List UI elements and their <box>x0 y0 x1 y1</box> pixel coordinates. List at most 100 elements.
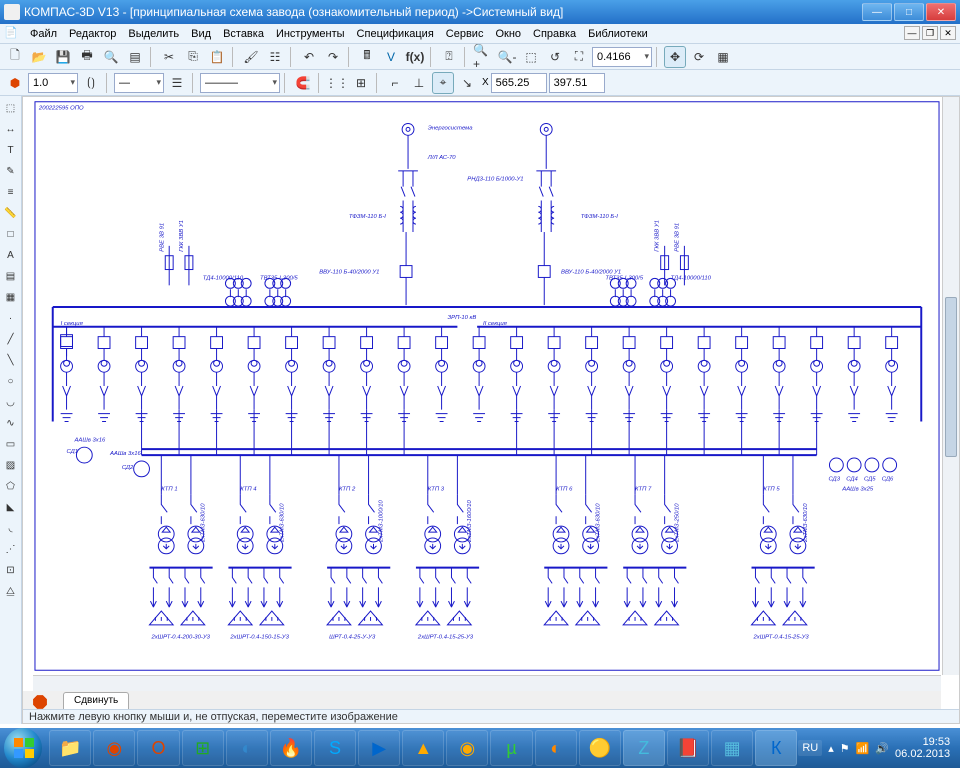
tray-clock[interactable]: 19:53 06.02.2013 <box>895 736 950 760</box>
coord-y-input[interactable] <box>549 73 605 93</box>
geom-icon[interactable]: ⬚ <box>1 98 21 118</box>
stop-icon[interactable]: ⬢ <box>4 72 26 94</box>
text-icon[interactable]: T <box>1 140 21 160</box>
calc-button[interactable]: 🖩 <box>356 46 378 68</box>
layer-btn[interactable]: ☰ <box>166 72 188 94</box>
task-app3[interactable]: ◐ <box>226 730 268 766</box>
mirror-icon[interactable]: ⧋ <box>1 581 21 601</box>
task-app5[interactable]: ▶ <box>358 730 400 766</box>
pan-button[interactable]: ✥ <box>664 46 686 68</box>
tab-move[interactable]: Сдвинуть <box>63 692 129 709</box>
perp-button[interactable]: ⊥ <box>408 72 430 94</box>
edit-icon[interactable]: ✎ <box>1 161 21 181</box>
task-app4[interactable]: 🔥 <box>270 730 312 766</box>
report-icon[interactable]: ▦ <box>1 287 21 307</box>
tray-flag-icon[interactable]: ⚑ <box>840 742 850 755</box>
new-button[interactable]: 🗋 <box>4 46 26 68</box>
arc-icon[interactable]: ◡ <box>1 392 21 412</box>
vars-button[interactable]: V <box>380 46 402 68</box>
menu-window[interactable]: Окно <box>489 26 527 42</box>
zoom-prev-button[interactable]: ↺ <box>544 46 566 68</box>
refresh-button[interactable]: ⟳ <box>688 46 710 68</box>
task-app10[interactable]: ▦ <box>711 730 753 766</box>
task-app1[interactable]: ◉ <box>93 730 135 766</box>
minimize-button[interactable]: — <box>862 3 892 21</box>
sel-icon[interactable]: □ <box>1 224 21 244</box>
round-button[interactable]: ⌖ <box>432 72 454 94</box>
fillet-icon[interactable]: ◟ <box>1 518 21 538</box>
group-icon[interactable]: ⊡ <box>1 560 21 580</box>
poly-icon[interactable]: ⬠ <box>1 476 21 496</box>
copy-button[interactable]: ⎘ <box>182 46 204 68</box>
tray-vol-icon[interactable]: 🔊 <box>875 742 889 755</box>
task-kompas[interactable]: К <box>755 730 797 766</box>
menu-service[interactable]: Сервис <box>440 26 490 42</box>
line-ends-button[interactable]: ⟮⟯ <box>80 72 102 94</box>
maximize-button[interactable]: □ <box>894 3 924 21</box>
line2-icon[interactable]: ╲ <box>1 350 21 370</box>
menu-spec[interactable]: Спецификация <box>351 26 440 42</box>
help-cursor-button[interactable]: ⍰ <box>438 46 460 68</box>
grid-button[interactable]: ⋮⋮ <box>326 72 348 94</box>
zoom-in-button[interactable]: 🔍+ <box>472 46 494 68</box>
props2-button[interactable]: ☷ <box>264 46 286 68</box>
preview-button[interactable]: 🔍 <box>100 46 122 68</box>
tray-net-icon[interactable]: 📶 <box>856 742 870 755</box>
task-opera[interactable]: O <box>137 730 179 766</box>
task-app7[interactable]: ◉ <box>446 730 488 766</box>
snap-toggle[interactable]: 🧲 <box>292 72 314 94</box>
spec-icon[interactable]: ▤ <box>1 266 21 286</box>
menu-help[interactable]: Справка <box>527 26 582 42</box>
grid2-button[interactable]: ⊞ <box>350 72 372 94</box>
start-button[interactable] <box>4 728 42 768</box>
dim-icon[interactable]: ↔ <box>1 119 21 139</box>
print-button[interactable]: 🖶 <box>76 46 98 68</box>
cut-button[interactable]: ✂ <box>158 46 180 68</box>
layer-combo[interactable]: — <box>114 73 164 93</box>
ortho-button[interactable]: ⌐ <box>384 72 406 94</box>
drawing-canvas[interactable]: 200222595 ОПО Энергосистема Л/Л АС-70 РН… <box>33 97 941 675</box>
zoom-combo[interactable]: 0.4166 <box>592 47 652 67</box>
fx-button[interactable]: f(x) <box>404 46 426 68</box>
system-tray[interactable]: RU ▴ ⚑ 📶 🔊 19:53 06.02.2013 <box>798 736 956 760</box>
hatch-icon[interactable]: ▨ <box>1 455 21 475</box>
aux-icon[interactable]: ⋰ <box>1 539 21 559</box>
task-app8[interactable]: ◐ <box>535 730 577 766</box>
menu-edit[interactable]: Редактор <box>63 26 122 42</box>
mdi-minimize[interactable]: — <box>904 26 920 40</box>
views-button[interactable]: ▦ <box>712 46 734 68</box>
vertical-scrollbar[interactable] <box>942 97 959 675</box>
task-explorer[interactable]: 📁 <box>49 730 91 766</box>
mdi-close[interactable]: ✕ <box>940 26 956 40</box>
mdi-restore[interactable]: ❐ <box>922 26 938 40</box>
open-button[interactable]: 📂 <box>28 46 50 68</box>
task-app9[interactable]: Z <box>623 730 665 766</box>
menu-insert[interactable]: Вставка <box>217 26 270 42</box>
menu-tools[interactable]: Инструменты <box>270 26 351 42</box>
linestyle-combo[interactable]: 1.0 <box>28 73 78 93</box>
measure-icon[interactable]: 📏 <box>1 203 21 223</box>
color-combo[interactable]: ——— <box>200 73 280 93</box>
brush-button[interactable]: 🖌 <box>240 46 262 68</box>
menu-libraries[interactable]: Библиотеки <box>582 26 654 42</box>
task-pdf[interactable]: 📕 <box>667 730 709 766</box>
menu-file[interactable]: Файл <box>24 26 63 42</box>
assoc-icon[interactable]: A <box>1 245 21 265</box>
redo-button[interactable]: ↷ <box>322 46 344 68</box>
zoom-out-button[interactable]: 🔍- <box>496 46 518 68</box>
language-indicator[interactable]: RU <box>798 740 822 756</box>
horizontal-scrollbar[interactable] <box>33 675 941 691</box>
zoom-fit-button[interactable]: ⛶ <box>568 46 590 68</box>
task-app6[interactable]: ▲ <box>402 730 444 766</box>
tray-up-icon[interactable]: ▴ <box>828 742 834 755</box>
undo-button[interactable]: ↶ <box>298 46 320 68</box>
props-button[interactable]: ▤ <box>124 46 146 68</box>
menu-select[interactable]: Выделить <box>122 26 185 42</box>
circle-icon[interactable]: ○ <box>1 371 21 391</box>
save-button[interactable]: 💾 <box>52 46 74 68</box>
line-icon[interactable]: ╱ <box>1 329 21 349</box>
paste-button[interactable]: 📋 <box>206 46 228 68</box>
task-chrome[interactable]: 🟡 <box>579 730 621 766</box>
coord-mode-button[interactable]: ↘ <box>456 72 478 94</box>
zoom-window-button[interactable]: ⬚ <box>520 46 542 68</box>
